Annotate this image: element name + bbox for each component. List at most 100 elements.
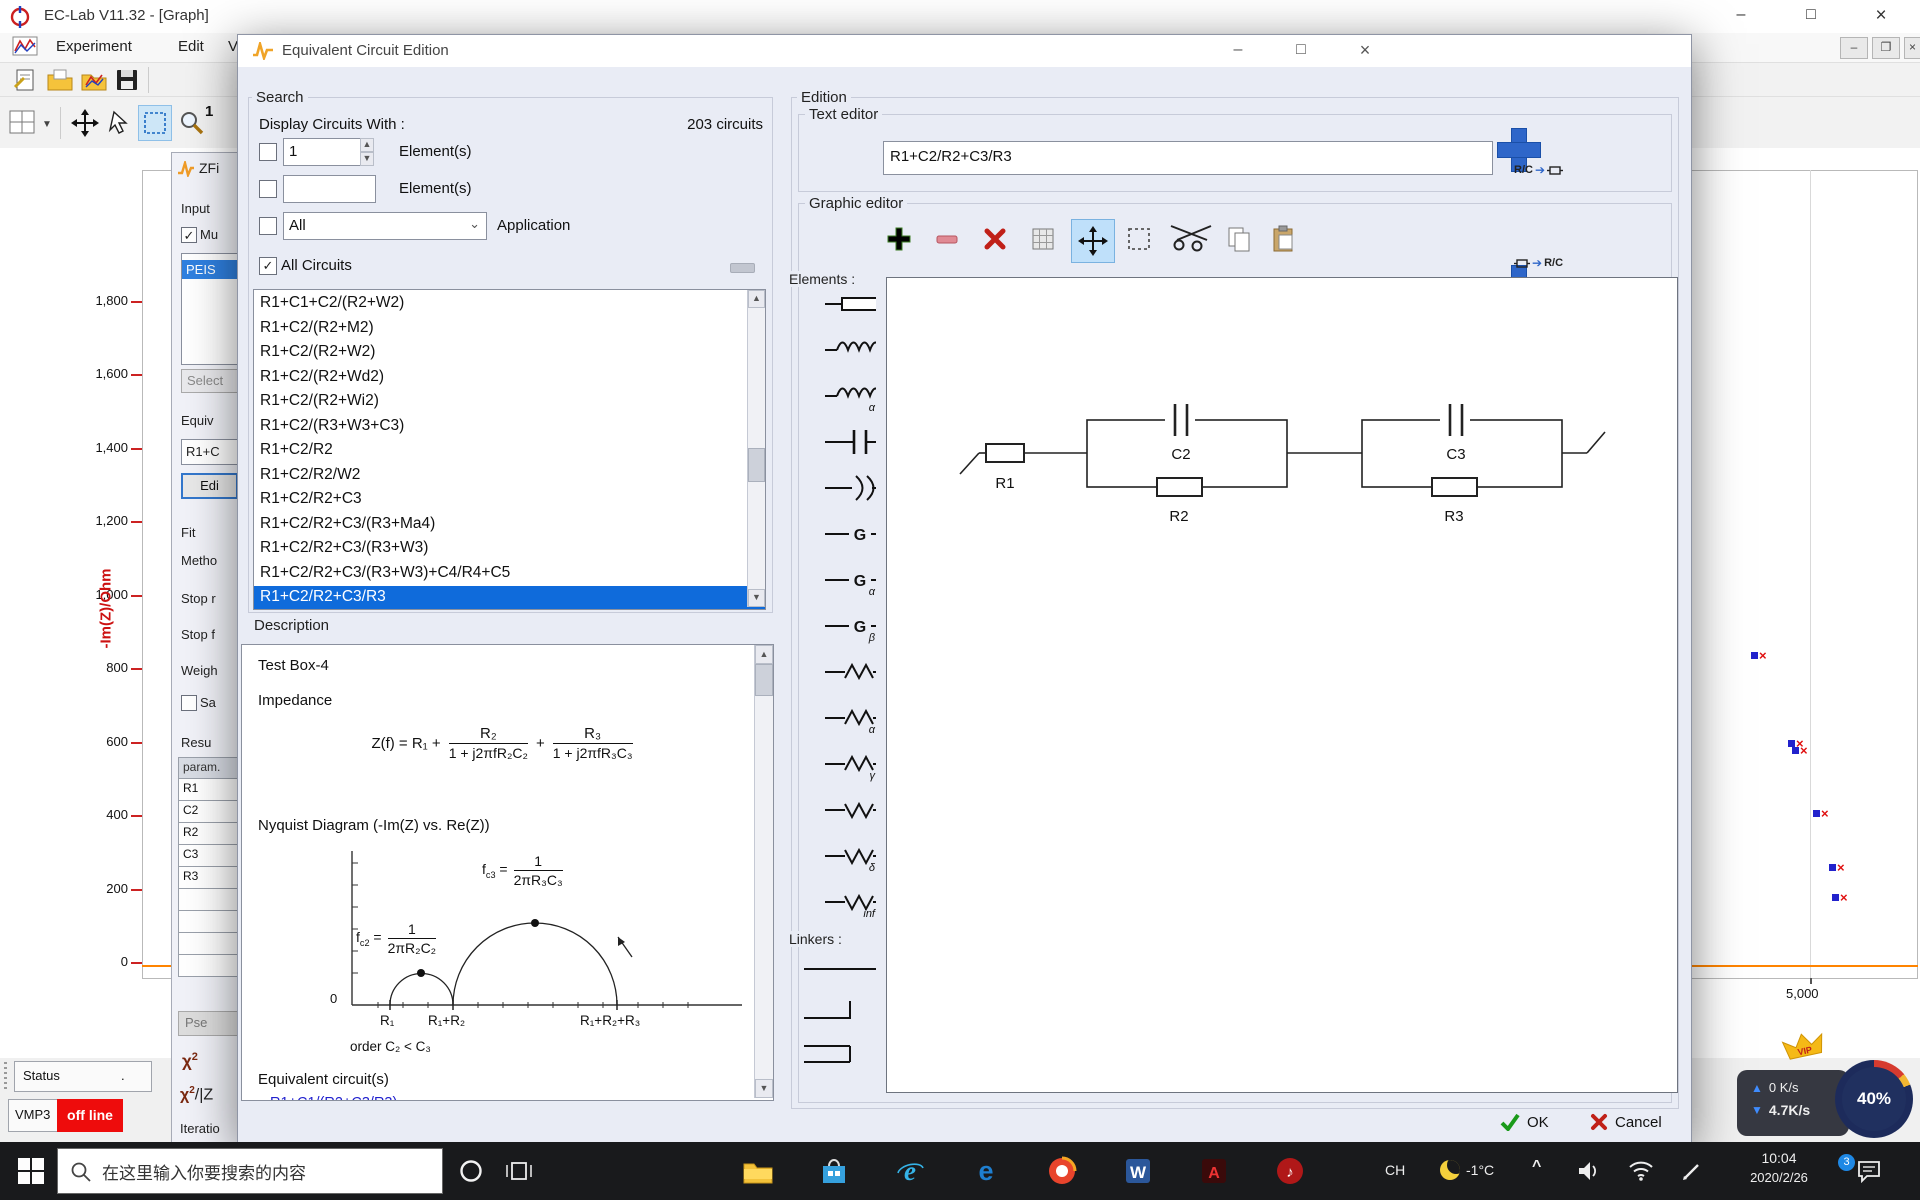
circuit-list-item[interactable]: R1+C2/(R3+W3+C3) [254,415,765,440]
search-grip-button[interactable] [730,263,755,273]
remove-element-button[interactable] [931,223,963,255]
zfit-edit-button[interactable]: Edi [181,473,238,499]
volume-icon[interactable] [1576,1159,1602,1183]
inductor-alpha-icon[interactable]: α [801,379,879,413]
param-row[interactable] [178,933,238,955]
circuit-canvas[interactable]: R1 C2 R2 C3 R3 [886,277,1678,1093]
new-experiment-icon[interactable] [12,67,38,93]
m-gamma-element-icon[interactable]: γ [801,747,879,781]
g-element-icon[interactable]: G [801,517,879,551]
task-view-icon[interactable] [506,1159,532,1183]
speed-widget[interactable]: VIP ▲ 0 K/s ▼ 4.7K/s 40% [1730,1030,1920,1142]
linker-up-icon[interactable] [801,994,879,1028]
browser-icon[interactable] [1046,1155,1078,1187]
layout-dropdown-arrow[interactable]: ▼ [42,119,52,130]
scroll-thumb[interactable] [748,448,765,482]
param-row[interactable] [178,889,238,911]
ok-button[interactable]: OK [1500,1113,1549,1131]
inductor-icon[interactable] [801,333,879,367]
circuit-text-input[interactable]: R1+C2/R2+C3/R3 [883,141,1493,175]
circuit-list-scrollbar[interactable]: ▲ ▼ [747,290,765,607]
edge-icon[interactable]: e [970,1155,1002,1187]
circuit-list-item[interactable]: R1+C2/R2+C3/(R3+W3)+C4/R4+C5 [254,562,765,587]
cancel-button[interactable]: Cancel [1590,1113,1662,1131]
open-file-icon[interactable] [46,67,74,93]
close-button[interactable]: × [1866,5,1896,27]
clock[interactable]: 10:04 2020/2/26 [1736,1150,1822,1185]
desc-scroll-up-icon[interactable]: ▲ [755,645,773,664]
scroll-up-icon[interactable]: ▲ [748,290,765,308]
zfit-pseudo-button[interactable]: Pse [178,1011,238,1036]
save-icon[interactable] [114,67,140,93]
param-row[interactable]: R3 [178,867,238,889]
zfit-select-button[interactable]: Select [181,369,238,393]
mdi-minimize-button[interactable]: – [1840,37,1868,59]
grid-button[interactable] [1027,223,1059,255]
internet-explorer-icon[interactable]: e [894,1155,926,1187]
zfit-technique-list[interactable]: PEIS [181,253,238,365]
zoom-select-button[interactable] [138,105,172,141]
g-alpha-element-icon[interactable]: Gα [801,563,879,597]
magnifier-icon[interactable] [178,109,206,137]
minimize-button[interactable]: – [1726,6,1756,24]
file-explorer-icon[interactable] [742,1155,774,1187]
param-row[interactable] [178,955,238,977]
weather-moon-icon[interactable] [1440,1160,1460,1180]
start-button[interactable] [18,1158,44,1184]
all-circuits-checkbox[interactable]: ✓ [259,257,277,275]
toolbar-page-field[interactable]: 1 [205,103,213,120]
w-inf-element-icon[interactable]: inf [801,885,879,919]
move-button[interactable] [1071,219,1115,263]
pointer-icon[interactable] [106,109,134,137]
element-count-checkbox-1[interactable] [259,143,277,161]
circuit-list-item[interactable]: R1+C2/R2+C3/R3 [254,586,765,610]
circuit-list-item[interactable]: R1+C2/R2/W2 [254,464,765,489]
application-combobox[interactable]: All ⌄ [283,212,487,240]
circuit-list-item[interactable]: R1+C2/(R2+M2) [254,317,765,342]
zfit-equivalent-field[interactable]: R1+C [181,439,238,465]
maximize-button[interactable]: □ [1796,6,1826,24]
equivalent-link-1[interactable]: R1+C1/(R2+C3/R3) [270,1095,397,1101]
param-row[interactable]: C2 [178,801,238,823]
mdi-restore-button[interactable]: ❐ [1872,37,1900,59]
acrobat-icon[interactable]: A [1198,1155,1230,1187]
g-beta-element-icon[interactable]: Gβ [801,609,879,643]
delete-button[interactable] [979,223,1011,255]
cpe-icon[interactable] [801,471,879,505]
param-row[interactable] [178,911,238,933]
circuit-list-item[interactable]: R1+C2/(R2+W2) [254,341,765,366]
word-icon[interactable]: W [1122,1155,1154,1187]
cut-button[interactable] [1166,221,1218,253]
mdi-close-button[interactable]: × [1904,37,1920,59]
music-icon[interactable]: ♪ [1274,1155,1306,1187]
application-checkbox[interactable] [259,217,277,235]
w-element-icon[interactable] [801,793,879,827]
element-count-input-2[interactable] [283,175,376,203]
microsoft-store-icon[interactable] [818,1155,850,1187]
capacitor-icon[interactable] [801,425,879,459]
m-alpha-element-icon[interactable]: α [801,701,879,735]
paste-button[interactable] [1268,223,1300,255]
element-count-input-1[interactable]: 1 [283,138,361,166]
copy-button[interactable] [1223,223,1255,255]
dialog-close-button[interactable]: × [1350,40,1380,61]
zfit-technique-selected[interactable]: PEIS [182,260,238,279]
element-count-checkbox-2[interactable] [259,180,277,198]
dialog-minimize-button[interactable]: – [1223,41,1253,59]
circuit-list-item[interactable]: R1+C2/R2+C3 [254,488,765,513]
linker-bracket-icon[interactable] [801,1037,879,1071]
layout-grid-icon[interactable] [8,109,38,137]
open-graph-icon[interactable] [80,67,108,93]
circuit-list-item[interactable]: R1+C2/R2+C3/(R3+W3) [254,537,765,562]
combo-dropdown-icon[interactable]: ⌄ [469,216,480,232]
selection-button[interactable] [1123,223,1155,255]
element-count-spinner[interactable]: ▲ ▼ [360,138,374,164]
circuit-list-item[interactable]: R1+C2/R2 [254,439,765,464]
cortana-icon[interactable] [458,1158,484,1184]
menu-edit[interactable]: Edit [172,34,210,59]
circuit-list-item[interactable]: R1+C1+C2/(R2+W2) [254,292,765,317]
m-element-icon[interactable] [801,655,879,689]
zfit-mu-checkbox[interactable]: ✓ [181,227,197,243]
param-row[interactable]: C3 [178,845,238,867]
network-icon[interactable] [1628,1158,1654,1182]
